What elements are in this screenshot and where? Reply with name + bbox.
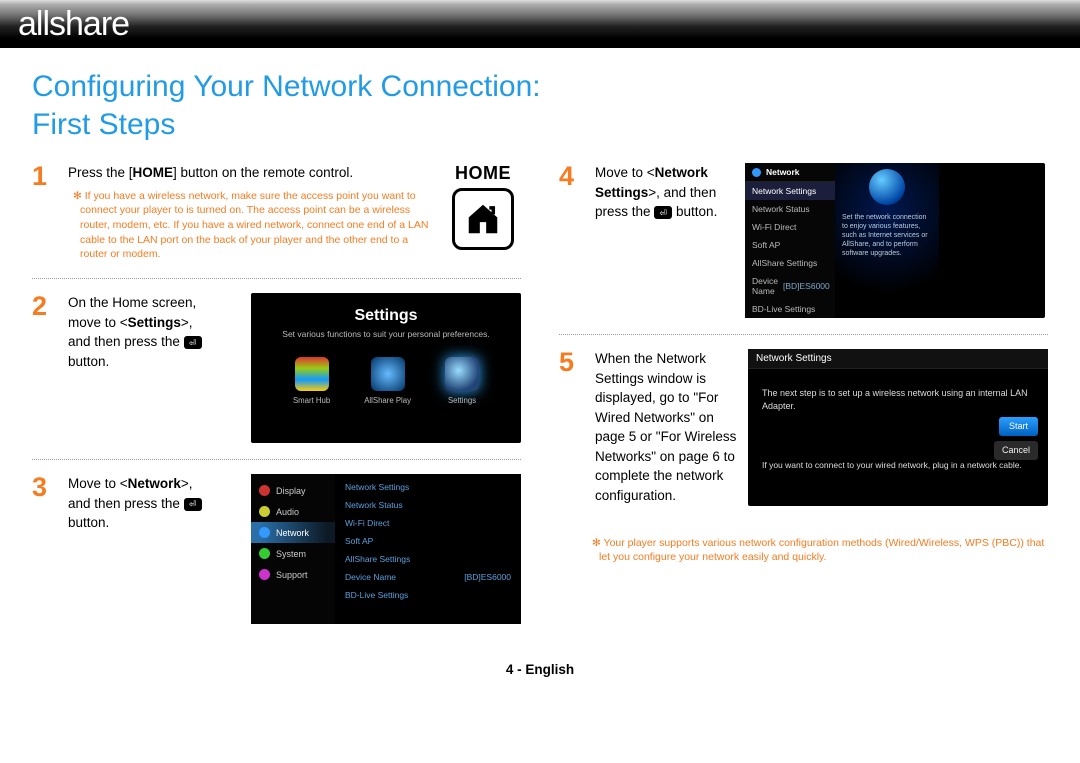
- step-5: 5 When the Network Settings window is di…: [559, 349, 1048, 522]
- app-row: Smart Hub AllShare Play Settings: [251, 357, 521, 405]
- list-item-device: Device Name [BD]ES6000: [335, 568, 521, 586]
- step-body: Press the [HOME] button on the remote co…: [68, 163, 435, 262]
- label: Network: [276, 528, 309, 538]
- side-audio: Audio: [251, 501, 335, 522]
- page-title: Configuring Your Network Connection: Fir…: [32, 68, 1048, 143]
- value: [BD]ES6000: [464, 572, 511, 582]
- app-label: Settings: [448, 396, 476, 405]
- app-label: AllShare Play: [364, 396, 411, 405]
- home-badge: HOME: [445, 163, 521, 262]
- list-item-device: Device Name [BD]ES6000: [745, 272, 835, 300]
- text: button.: [68, 515, 109, 530]
- list-item: Network Settings: [745, 182, 835, 200]
- wizard-text-1: The next step is to set up a wireless ne…: [762, 387, 1034, 412]
- shot-subtitle: Set various functions to suit your perso…: [251, 329, 521, 339]
- wizard-text-2: If you want to connect to your wired net…: [762, 460, 1034, 472]
- step-1: 1 Press the [HOME] button on the remote …: [32, 163, 521, 279]
- nested-side: Network Network Settings Network Status …: [745, 163, 835, 318]
- label: Network: [766, 167, 800, 177]
- app-settings: Settings: [445, 357, 479, 405]
- app-allshare: AllShare Play: [364, 357, 411, 405]
- title-line-1: Configuring Your Network Connection:: [32, 70, 541, 103]
- step-4: 4 Move to <Network Settings>, and then p…: [559, 163, 1048, 335]
- text: Move to <: [68, 476, 128, 491]
- step-body: Move to <Network Settings>, and then pre…: [595, 163, 735, 318]
- list-item: AllShare Settings: [335, 550, 521, 568]
- list-item: Wi-Fi Direct: [745, 218, 835, 236]
- text: button.: [68, 354, 109, 369]
- step-2: 2 On the Home screen, move to <Settings>…: [32, 293, 521, 460]
- page-content: Configuring Your Network Connection: Fir…: [0, 48, 1080, 695]
- left-column: 1 Press the [HOME] button on the remote …: [32, 163, 521, 654]
- label: Device Name: [345, 572, 396, 582]
- text-bold: Network: [128, 476, 181, 491]
- text: Move to <: [595, 165, 655, 180]
- app-smarthub: Smart Hub: [293, 357, 330, 405]
- enter-icon: ⏎: [184, 498, 202, 511]
- description-panel: Set the network connection to enjoy vari…: [835, 163, 939, 318]
- step-3: 3 Move to <Network>, and then press the …: [32, 474, 521, 640]
- step-number: 3: [32, 474, 58, 624]
- step-body: When the Network Settings window is disp…: [595, 349, 738, 506]
- step-body: On the Home screen, move to <Settings>, …: [68, 293, 218, 443]
- header-bar: allshare: [0, 0, 1080, 48]
- side-display: Display: [251, 480, 335, 501]
- list-item: BD-Live Settings: [335, 586, 521, 604]
- start-button[interactable]: Start: [999, 417, 1038, 436]
- side-system: System: [251, 543, 335, 564]
- enter-icon: ⏎: [654, 206, 672, 219]
- side-network: Network: [251, 522, 335, 543]
- text: button.: [672, 204, 717, 219]
- side-support: Support: [251, 564, 335, 585]
- global-note: Your player supports various network con…: [559, 536, 1048, 565]
- text: Press the [: [68, 165, 133, 180]
- step-number: 2: [32, 293, 58, 443]
- page-footer: 4 - English: [32, 662, 1048, 685]
- screenshot-wizard: Network Settings The next step is to set…: [748, 349, 1048, 506]
- value: [BD]ES6000: [783, 281, 830, 291]
- cancel-button[interactable]: Cancel: [994, 441, 1038, 460]
- step-number: 1: [32, 163, 58, 262]
- label: Display: [276, 486, 306, 496]
- step-note: If you have a wireless network, make sur…: [68, 189, 435, 262]
- step-body: Move to <Network>, and then press the ⏎ …: [68, 474, 218, 624]
- main-list: Network Settings Network Status Wi-Fi Di…: [335, 474, 521, 624]
- list-item: Soft AP: [335, 532, 521, 550]
- enter-icon: ⏎: [184, 336, 202, 349]
- list-item: AllShare Settings: [745, 254, 835, 272]
- globe-icon: [869, 169, 905, 205]
- label: Support: [276, 570, 308, 580]
- home-label: HOME: [445, 163, 521, 184]
- right-column: 4 Move to <Network Settings>, and then p…: [559, 163, 1048, 654]
- text-bold: HOME: [133, 165, 174, 180]
- list-item: BD-Live Settings: [745, 300, 835, 318]
- shot-title: Settings: [251, 293, 521, 329]
- side-menu: Display Audio Network System Support: [251, 474, 335, 624]
- step-number: 5: [559, 349, 585, 506]
- list-item: Network Status: [745, 200, 835, 218]
- text: ] button on the remote control.: [173, 165, 353, 180]
- label: Audio: [276, 507, 299, 517]
- wizard-body: The next step is to set up a wireless ne…: [748, 369, 1048, 505]
- description-text: Set the network connection to enjoy vari…: [842, 213, 932, 258]
- list-item: Soft AP: [745, 236, 835, 254]
- label: Device Name: [752, 276, 778, 296]
- label: System: [276, 549, 306, 559]
- panel-title: Network Settings: [748, 349, 1048, 369]
- list-item: Network Settings: [335, 478, 521, 496]
- list-item: Wi-Fi Direct: [335, 514, 521, 532]
- screenshot-network-settings: Network Network Settings Network Status …: [745, 163, 1045, 318]
- text-bold: Settings: [128, 315, 181, 330]
- panel-title: Network: [745, 163, 835, 182]
- brand-logo: allshare: [18, 5, 129, 44]
- screenshot-network-menu: Display Audio Network System Support Net…: [251, 474, 521, 624]
- list-item: Network Status: [335, 496, 521, 514]
- step-number: 4: [559, 163, 585, 318]
- app-label: Smart Hub: [293, 396, 330, 405]
- home-icon: [452, 188, 514, 250]
- screenshot-settings: Settings Set various functions to suit y…: [251, 293, 521, 443]
- title-line-2: First Steps: [32, 108, 175, 141]
